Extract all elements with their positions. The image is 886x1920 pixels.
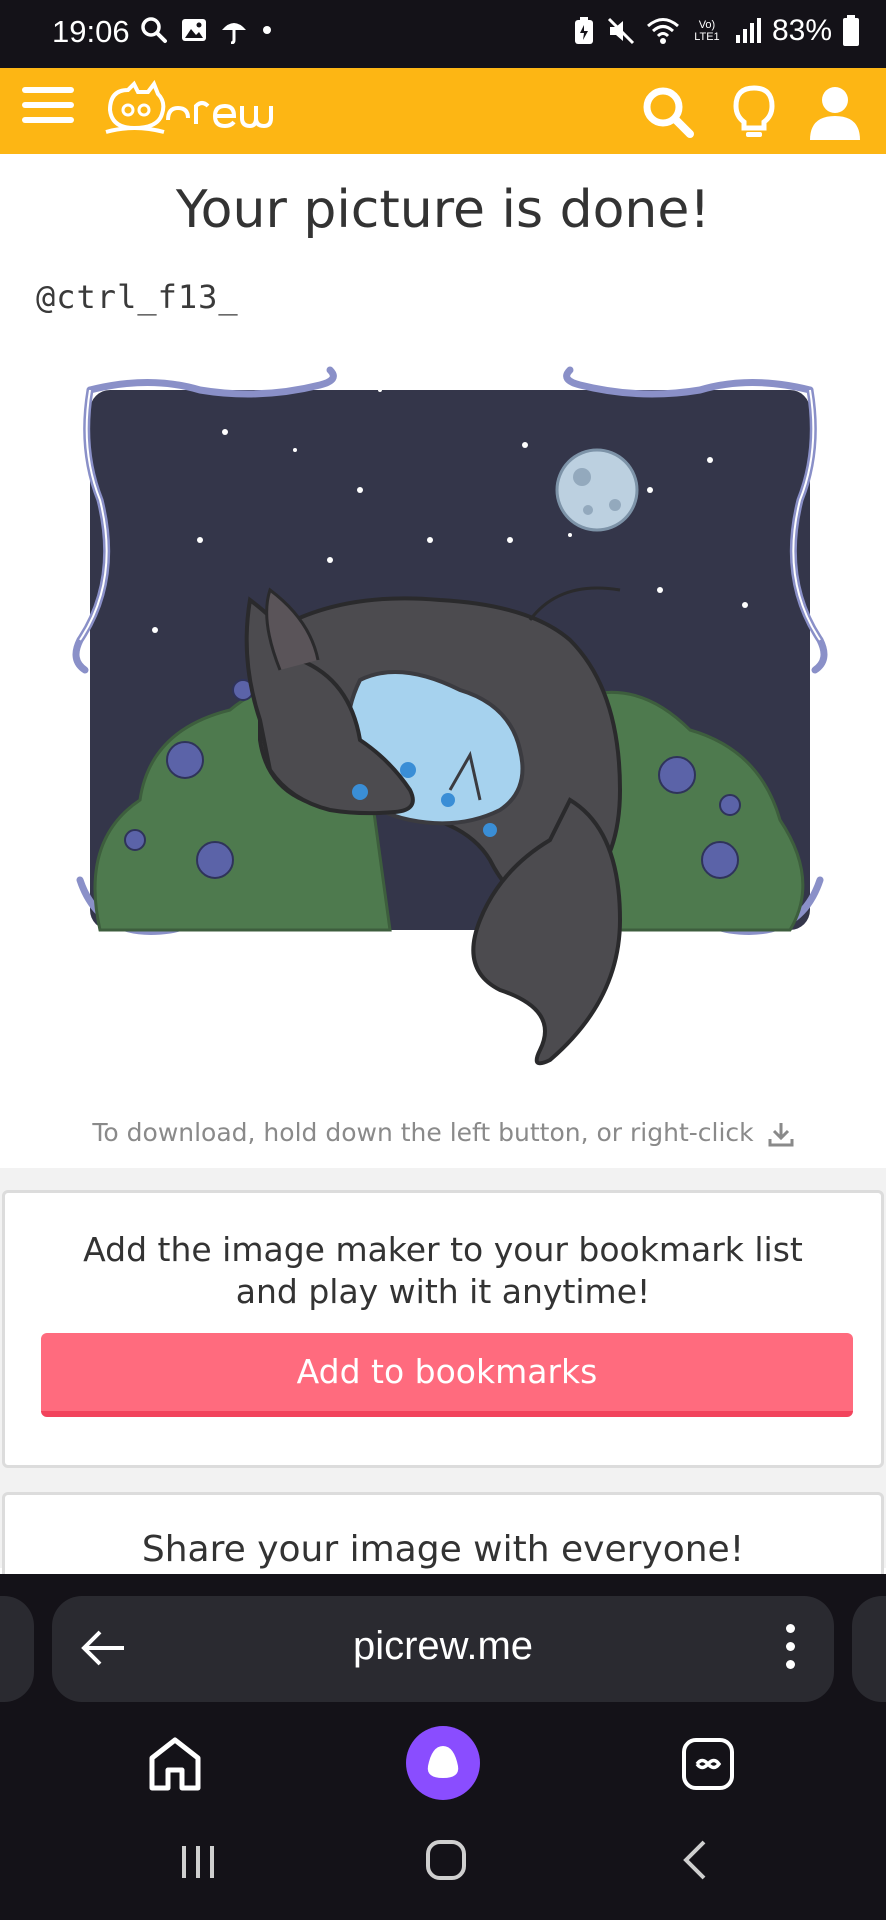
search-icon [141,17,167,43]
home-icon[interactable] [146,1734,204,1794]
search-icon[interactable] [640,84,696,140]
address-bar[interactable]: picrew.me [52,1596,834,1702]
volte-icon: Vo) LTE1 [694,19,720,43]
share-text: Share your image with everyone! [141,1529,745,1570]
generated-picture[interactable] [60,360,840,1080]
menu-icon[interactable] [22,87,74,131]
lightbulb-icon[interactable] [730,84,778,140]
more-menu-icon[interactable] [786,1624,796,1678]
bookmark-card: Add the image maker to your bookmark lis… [2,1190,884,1468]
picrew-logo[interactable] [104,80,284,142]
wifi-icon [646,18,679,44]
battery-saver-icon [574,17,593,44]
page-title: Your picture is done! [175,180,711,240]
signal-icon [735,18,761,43]
user-icon[interactable] [808,84,862,140]
tabs-icon[interactable] [680,1736,736,1792]
status-time: 19:06 [52,14,130,49]
recents-icon[interactable] [178,1842,218,1882]
mute-icon [607,17,635,45]
add-to-bookmarks-button[interactable]: Add to bookmarks [41,1333,853,1417]
image-icon [182,19,206,41]
previous-tab-pill[interactable] [0,1596,34,1702]
moon [555,448,639,532]
umbrella-icon [222,23,246,44]
download-icon [768,1123,794,1147]
browser-bar: picrew.me [0,1574,886,1920]
home-circle-icon[interactable] [424,1838,468,1882]
artist-signature: @ctrl_f13_ [36,278,239,316]
app-header [0,68,886,154]
status-bar: 19:06 Vo) LTE1 83% [0,0,886,68]
download-hint-text: To download, hold down the left button, … [92,1118,754,1147]
dot-icon [263,26,271,34]
alice-assistant-icon[interactable] [406,1726,480,1800]
bookmark-text: Add the image maker to your bookmark lis… [83,1230,803,1311]
next-tab-pill[interactable] [852,1596,886,1702]
url-text[interactable]: picrew.me [52,1624,834,1669]
back-chevron-icon[interactable] [680,1838,710,1882]
battery-icon [843,15,859,46]
battery-percent: 83% [771,14,832,47]
download-hint: To download, hold down the left button, … [0,1118,886,1147]
